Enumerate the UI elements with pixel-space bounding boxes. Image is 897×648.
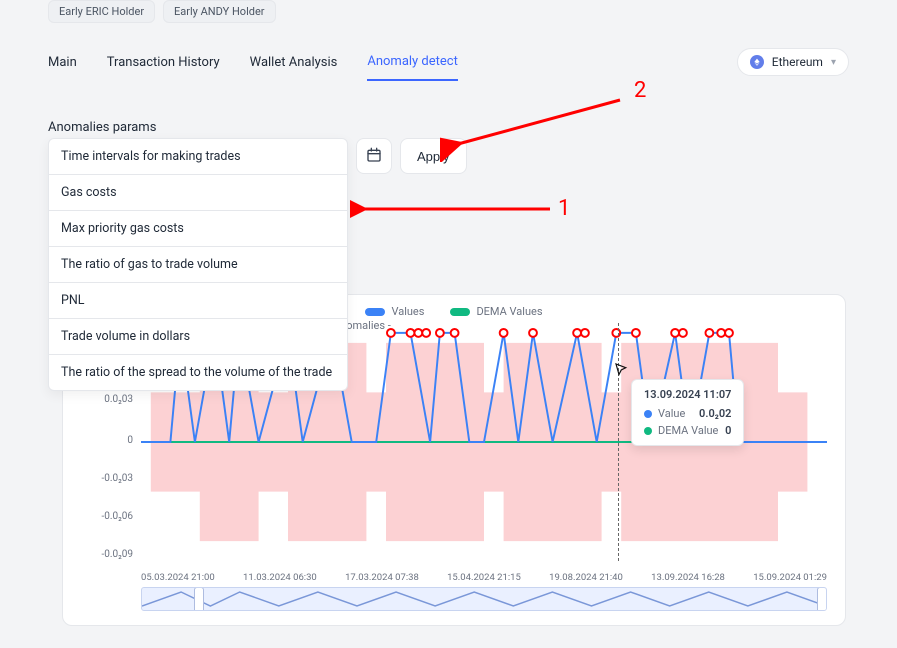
chip-early-eric[interactable]: Early ERIC Holder bbox=[48, 0, 155, 23]
anomalies-params-title: Anomalies params bbox=[48, 120, 156, 135]
annotation-number-2: 2 bbox=[634, 78, 646, 103]
date-picker-button[interactable] bbox=[356, 138, 392, 174]
tab-anomaly-detect[interactable]: Anomaly detect bbox=[367, 54, 458, 81]
swatch-icon bbox=[365, 308, 385, 316]
anomaly-params-dropdown[interactable]: Time intervals for making trades Gas cos… bbox=[48, 138, 348, 391]
ethereum-icon bbox=[750, 55, 764, 69]
network-label: Ethereum bbox=[772, 55, 823, 69]
brush-handle-right[interactable] bbox=[817, 587, 827, 611]
legend-item-values[interactable]: Values bbox=[365, 305, 424, 318]
dropdown-option[interactable]: Time intervals for making trades bbox=[49, 139, 347, 175]
dropdown-option[interactable]: Gas costs bbox=[49, 175, 347, 211]
annotation-arrow-2 bbox=[440, 92, 630, 162]
tab-wallet-analysis[interactable]: Wallet Analysis bbox=[250, 55, 338, 80]
holder-chips: Early ERIC Holder Early ANDY Holder bbox=[48, 0, 276, 23]
dropdown-option[interactable]: PNL bbox=[49, 283, 347, 319]
x-axis: 05.03.2024 21:00 11.03.2024 06:30 17.03.… bbox=[141, 572, 827, 583]
chevron-down-icon: ▾ bbox=[831, 57, 836, 68]
dropdown-option[interactable]: The ratio of the spread to the volume of… bbox=[49, 355, 347, 390]
dropdown-option[interactable]: Trade volume in dollars bbox=[49, 319, 347, 355]
calendar-icon bbox=[366, 147, 382, 166]
brush-handle-left[interactable] bbox=[194, 587, 204, 611]
cursor-guide bbox=[618, 323, 619, 561]
tab-main[interactable]: Main bbox=[48, 55, 77, 80]
legend-item-dema[interactable]: DEMA Values bbox=[450, 305, 542, 318]
dropdown-option[interactable]: The ratio of gas to trade volume bbox=[49, 247, 347, 283]
tooltip-timestamp: 13.09.2024 11:07 bbox=[644, 388, 731, 401]
annotation-arrow-1 bbox=[350, 196, 560, 222]
chart-tooltip: 13.09.2024 11:07 Value 0.0₂02 DEMA Value… bbox=[631, 379, 744, 446]
tab-transaction-history[interactable]: Transaction History bbox=[107, 55, 220, 80]
dot-icon bbox=[644, 410, 652, 418]
swatch-icon bbox=[450, 308, 470, 316]
cursor-icon bbox=[613, 361, 631, 379]
dropdown-option[interactable]: Max priority gas costs bbox=[49, 211, 347, 247]
dot-icon bbox=[644, 427, 652, 435]
time-range-brush[interactable] bbox=[141, 587, 827, 611]
tab-bar: Main Transaction History Wallet Analysis… bbox=[48, 54, 458, 81]
network-selector[interactable]: Ethereum ▾ bbox=[737, 48, 849, 76]
chip-early-andy[interactable]: Early ANDY Holder bbox=[163, 0, 275, 23]
